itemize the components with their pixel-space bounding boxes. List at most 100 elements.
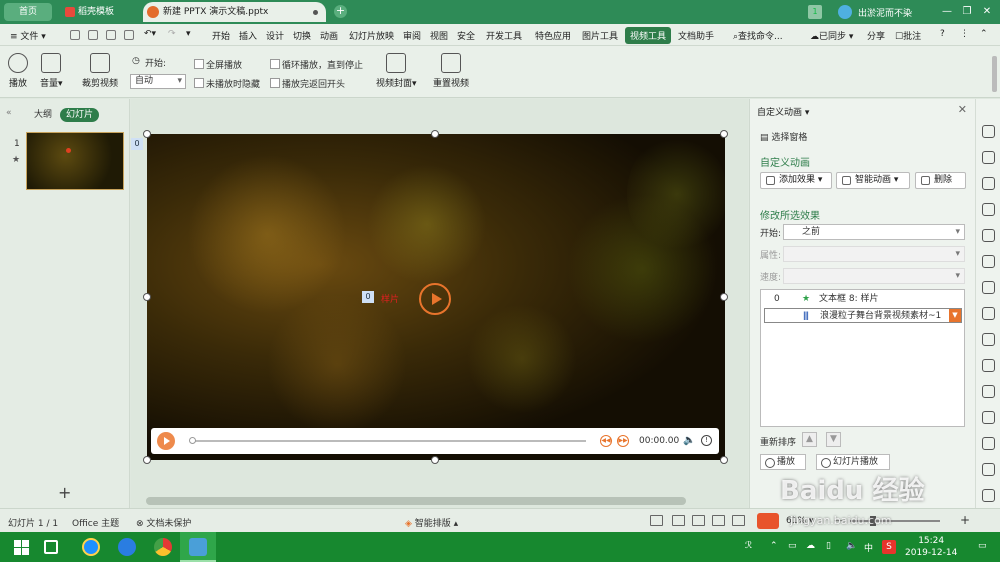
backup-icon[interactable] <box>982 411 995 424</box>
notification-icon[interactable]: ▭ <box>978 541 987 551</box>
smart-layout-button[interactable]: ◈ 智能排版 ▴ <box>405 516 458 529</box>
video-progress-track[interactable] <box>191 440 586 442</box>
slideshow-play-icon[interactable] <box>757 513 779 529</box>
menu-video-tools[interactable]: 视频工具 <box>625 27 672 44</box>
sorter-view-icon[interactable] <box>692 515 705 526</box>
avatar[interactable] <box>838 5 852 19</box>
resize-handle[interactable] <box>431 130 439 138</box>
volume-button[interactable]: 音量▾ <box>40 53 63 89</box>
forward-icon[interactable]: ▶▶ <box>617 435 629 447</box>
fullscreen-checkbox[interactable]: 全屏播放 <box>194 58 242 71</box>
notes-view-icon[interactable] <box>650 515 663 526</box>
battery-icon[interactable]: ▯ <box>826 541 831 551</box>
selection-pane-button[interactable]: ▤ 选择窗格 <box>760 130 807 143</box>
pen-tray-icon[interactable]: ℛ <box>745 541 752 551</box>
unsaved-dot-icon[interactable] <box>313 10 318 15</box>
tab-home[interactable]: 首页 <box>4 3 52 21</box>
trim-video-button[interactable]: 裁剪视频 <box>82 53 118 89</box>
start-select[interactable]: 之前 <box>783 224 965 240</box>
grid-icon[interactable] <box>982 229 995 242</box>
reset-video-button[interactable]: 重置视频 <box>433 53 469 89</box>
comment-button[interactable]: ☐批注 <box>895 29 921 42</box>
save-icon[interactable] <box>70 30 80 40</box>
fill-icon[interactable] <box>982 203 995 216</box>
edge-browser-icon[interactable] <box>118 538 136 556</box>
tab-docer-templates[interactable]: 稻壳模板 <box>62 3 138 21</box>
menu-animation[interactable]: 动画 <box>320 29 338 42</box>
speed-select[interactable] <box>783 268 965 284</box>
windows-start-icon[interactable] <box>12 538 30 556</box>
search-command[interactable]: ⌕查找命令... <box>733 29 783 42</box>
more-options-icon[interactable]: ⋮ <box>960 29 969 39</box>
menu-view[interactable]: 视图 <box>430 29 448 42</box>
rewind-icon[interactable]: ◀◀ <box>600 435 612 447</box>
sogou-ime-icon[interactable]: S <box>882 540 896 554</box>
slide-thumbnail[interactable] <box>26 132 124 190</box>
menu-special[interactable]: 特色应用 <box>535 29 571 42</box>
export-icon[interactable] <box>88 30 98 40</box>
text-box-sample[interactable]: 样片 <box>381 292 399 305</box>
ie-browser-icon[interactable] <box>82 538 100 556</box>
menu-slideshow[interactable]: 幻灯片放映 <box>349 29 394 42</box>
menu-security[interactable]: 安全 <box>457 29 475 42</box>
menu-review[interactable]: 审阅 <box>403 29 421 42</box>
menu-insert[interactable]: 插入 <box>239 29 257 42</box>
smart-animation-button[interactable]: 智能动画 ▾ <box>836 172 910 189</box>
list-item[interactable]: 0 ★ 文本框 8: 样片 <box>764 292 962 307</box>
menu-design[interactable]: 设计 <box>266 29 284 42</box>
task-view-icon[interactable] <box>44 540 58 554</box>
hide-not-playing-checkbox[interactable]: 未播放时隐藏 <box>194 77 260 90</box>
shield-icon[interactable] <box>982 437 995 450</box>
resize-handle[interactable] <box>143 130 151 138</box>
print-icon[interactable] <box>106 30 116 40</box>
image-icon[interactable] <box>982 385 995 398</box>
start-select[interactable]: 自动 <box>130 74 186 89</box>
settings-icon[interactable] <box>982 281 995 294</box>
window-count-badge[interactable]: 1 <box>808 5 822 19</box>
minimize-button[interactable]: — <box>940 5 954 19</box>
play-button[interactable]: 播放 <box>8 53 28 89</box>
sync-status[interactable]: ☁已同步 ▾ <box>810 29 853 42</box>
loop-checkbox[interactable]: 循环播放，直到停止 <box>270 58 363 71</box>
undo-icon[interactable]: ↶▾ <box>144 29 156 39</box>
network-icon[interactable]: ▭ <box>788 541 797 551</box>
transform-icon[interactable] <box>982 307 995 320</box>
redo-icon[interactable]: ↷ <box>168 29 176 39</box>
panel-title[interactable]: 自定义动画 ▾ <box>757 105 809 118</box>
move-down-button[interactable]: ▼ <box>826 432 841 447</box>
video-progress-knob[interactable] <box>189 437 196 444</box>
menu-doc-assistant[interactable]: 文档助手 <box>678 29 714 42</box>
close-button[interactable]: ✕ <box>980 5 994 19</box>
chevron-down-icon[interactable]: ▼ <box>949 309 961 322</box>
video-play-button[interactable] <box>157 432 175 450</box>
video-volume-icon[interactable]: 🔈 <box>683 435 695 446</box>
menu-file[interactable]: ≡ 文件 ▾ <box>10 29 46 42</box>
normal-view-icon[interactable] <box>672 515 685 526</box>
cloud-tray-icon[interactable]: ☁ <box>806 541 815 551</box>
close-icon[interactable]: ✕ <box>958 103 967 116</box>
ime-indicator[interactable]: 中 <box>864 541 873 554</box>
menu-picture-tools[interactable]: 图片工具 <box>582 29 618 42</box>
export-icon[interactable] <box>982 333 995 346</box>
slideshow-button[interactable]: 幻灯片播放 <box>816 454 890 470</box>
resize-handle[interactable] <box>720 456 728 464</box>
delete-button[interactable]: 删除 <box>915 172 966 189</box>
menu-home[interactable]: 开始 <box>212 29 230 42</box>
rewind-checkbox[interactable]: 播放完返回开头 <box>270 77 345 90</box>
chrome-browser-icon[interactable] <box>154 538 172 556</box>
add-effect-button[interactable]: 添加效果 ▾ <box>760 172 832 189</box>
chart-icon[interactable] <box>982 255 995 268</box>
preview-play-button[interactable]: 播放 <box>760 454 806 470</box>
add-slide-button[interactable]: + <box>58 483 71 502</box>
shapes-icon[interactable] <box>982 151 995 164</box>
property-select[interactable] <box>783 246 965 262</box>
restore-button[interactable]: ❐ <box>960 5 974 19</box>
tab-document[interactable]: 新建 PPTX 演示文稿.pptx <box>143 2 326 22</box>
menu-developer[interactable]: 开发工具 <box>486 29 522 42</box>
resize-handle[interactable] <box>431 456 439 464</box>
resize-handle[interactable] <box>720 293 728 301</box>
reading-view-icon[interactable] <box>712 515 725 526</box>
preview-icon[interactable] <box>124 30 134 40</box>
help-icon[interactable] <box>982 489 995 502</box>
ribbon-scrollbar[interactable] <box>992 56 997 92</box>
